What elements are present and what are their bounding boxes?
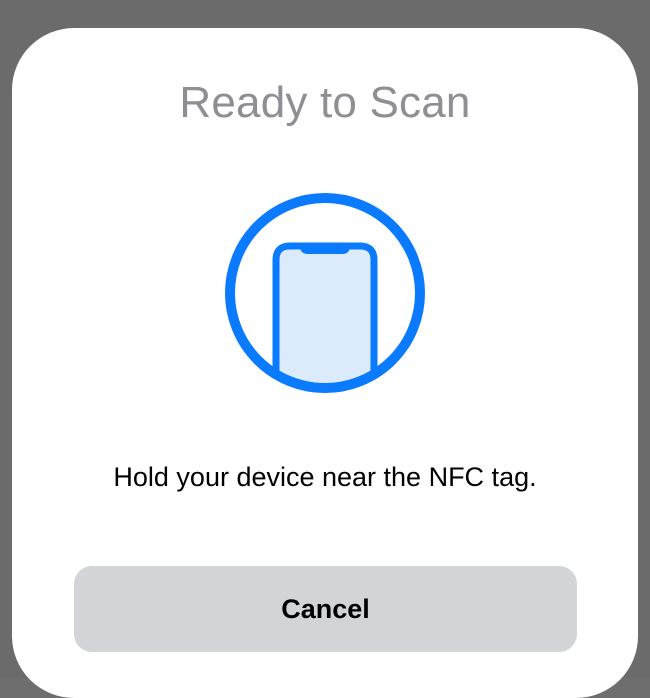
dimmed-backdrop: Ready to Scan Hold your device near the … [0,0,650,698]
cancel-button[interactable]: Cancel [74,566,577,652]
instruction-text: Hold your device near the NFC tag. [113,462,537,492]
phone-scan-icon [222,190,428,396]
sheet-title: Ready to Scan [179,78,471,127]
